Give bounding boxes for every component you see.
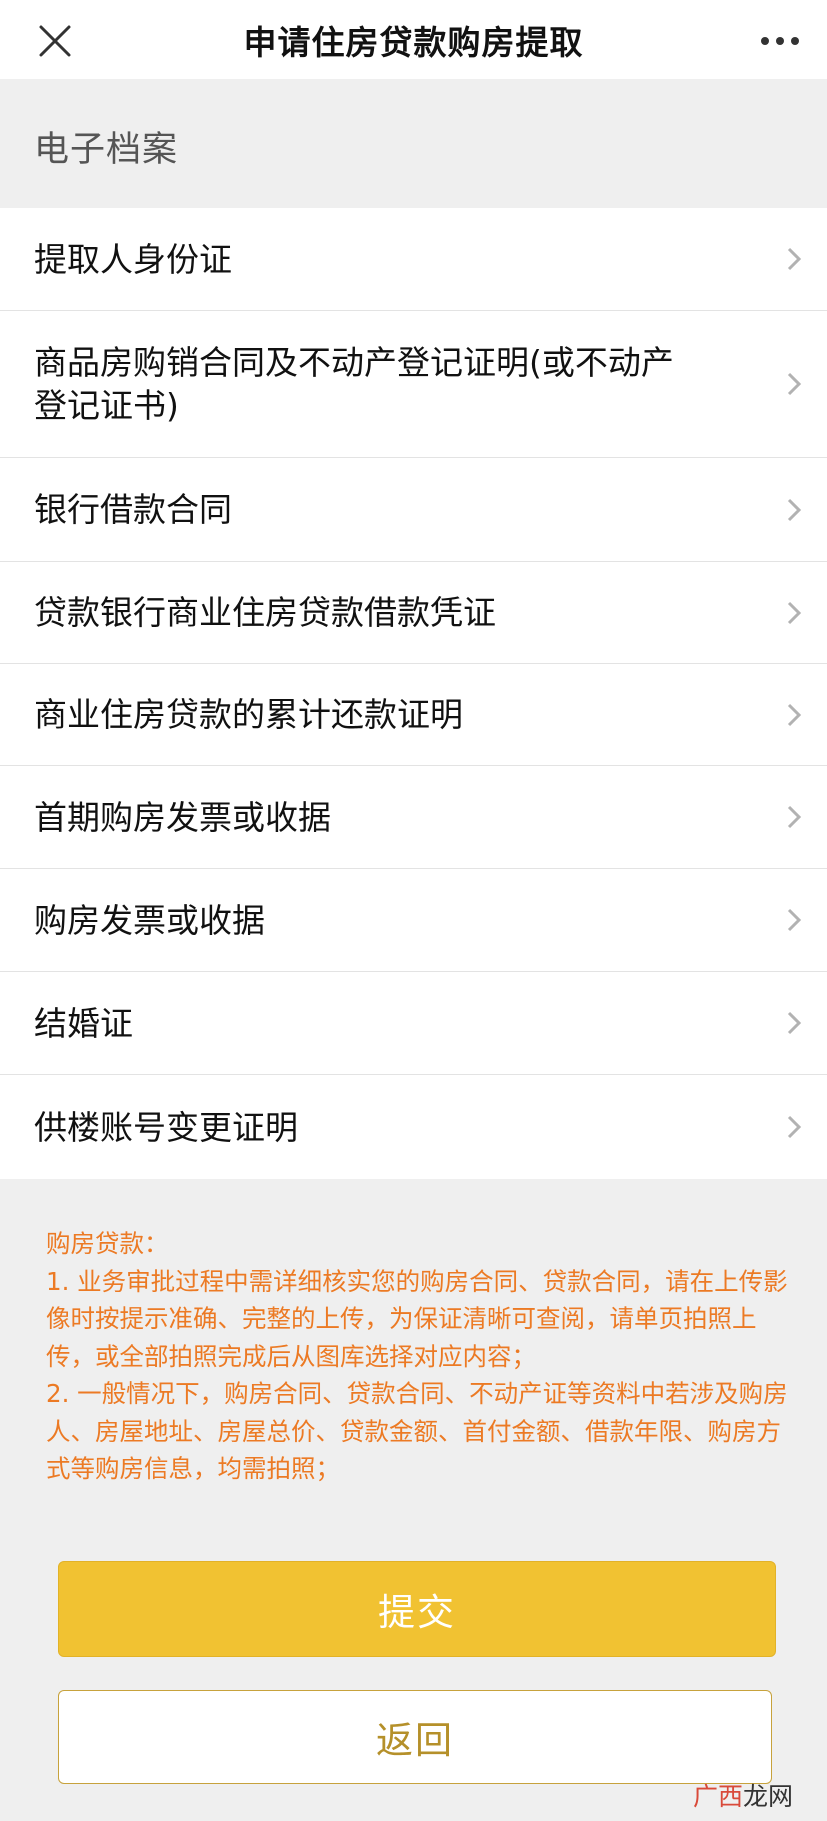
chevron-right-icon bbox=[787, 247, 802, 271]
notice-line: 2. 一般情况下，购房合同、贷款合同、不动产证等资料中若涉及购房 bbox=[46, 1379, 788, 1408]
more-horizontal-icon bbox=[761, 37, 799, 45]
section-header: 电子档案 bbox=[0, 79, 827, 208]
list-item-label: 首期购房发票或收据 bbox=[34, 797, 331, 837]
submit-button[interactable]: 提交 bbox=[58, 1561, 776, 1657]
chevron-right-icon bbox=[787, 372, 802, 396]
list-item-id-card[interactable]: 提取人身份证 bbox=[0, 208, 827, 311]
list-item-bank-loan-contract[interactable]: 银行借款合同 bbox=[0, 458, 827, 562]
list-item-loan-voucher[interactable]: 贷款银行商业住房贷款借款凭证 bbox=[0, 562, 827, 664]
list-item-label: 提取人身份证 bbox=[34, 239, 232, 279]
top-bar: 申请住房贷款购房提取 bbox=[0, 0, 827, 79]
notice-box: 购房贷款： 1. 业务审批过程中需详细核实您的购房合同、贷款合同，请在上传影 像… bbox=[0, 1179, 827, 1529]
notice-line: 购房贷款： bbox=[46, 1229, 169, 1258]
list-item-label: 贷款银行商业住房贷款借款凭证 bbox=[34, 593, 496, 632]
notice-text: 购房贷款： 1. 业务审批过程中需详细核实您的购房合同、贷款合同，请在上传影 像… bbox=[46, 1225, 788, 1488]
notice-line: 式等购房信息，均需拍照； bbox=[46, 1454, 340, 1483]
chevron-right-icon bbox=[787, 703, 802, 726]
chevron-right-icon bbox=[787, 1011, 802, 1035]
list-item-account-change[interactable]: 供楼账号变更证明 bbox=[0, 1075, 827, 1179]
back-button[interactable]: 返回 bbox=[58, 1690, 772, 1784]
list-item-label: 商品房购销合同及不动产登记证明(或不动产登记证书) bbox=[34, 343, 674, 425]
list-item-first-invoice[interactable]: 首期购房发票或收据 bbox=[0, 766, 827, 869]
chevron-right-icon bbox=[787, 601, 802, 624]
chevron-right-icon bbox=[787, 908, 802, 932]
list-item-label: 银行借款合同 bbox=[34, 490, 232, 529]
notice-line: 像时按提示准确、完整的上传，为保证清晰可查阅，请单页拍照上 bbox=[46, 1304, 757, 1333]
list-item-label: 购房发票或收据 bbox=[34, 900, 265, 940]
watermark-rest: 龙网 bbox=[742, 1782, 793, 1811]
chevron-right-icon bbox=[787, 805, 802, 829]
page-title: 申请住房贷款购房提取 bbox=[243, 22, 584, 62]
notice-line: 传，或全部拍照完成后从图库选择对应内容； bbox=[46, 1341, 536, 1371]
list-item-marriage-certificate[interactable]: 结婚证 bbox=[0, 972, 827, 1075]
list-item-purchase-contract[interactable]: 商品房购销合同及不动产登记证明(或不动产登记证书) bbox=[0, 311, 827, 458]
document-list: 提取人身份证 商品房购销合同及不动产登记证明(或不动产登记证书) 银行借款合同 … bbox=[0, 208, 827, 1179]
notice-line: 人、房屋地址、房屋总价、贷款金额、首付金额、借款年限、购房方 bbox=[46, 1416, 781, 1446]
list-item-label: 供楼账号变更证明 bbox=[34, 1107, 298, 1147]
chevron-right-icon bbox=[787, 498, 802, 521]
section-title: 电子档案 bbox=[34, 130, 179, 170]
list-item-label: 商业住房贷款的累计还款证明 bbox=[34, 695, 463, 734]
list-item-purchase-invoice[interactable]: 购房发票或收据 bbox=[0, 869, 827, 972]
list-item-label: 结婚证 bbox=[34, 1003, 133, 1043]
watermark: 广西龙网 bbox=[693, 1777, 793, 1813]
notice-line: 1. 业务审批过程中需详细核实您的购房合同、贷款合同，请在上传影 bbox=[46, 1266, 788, 1296]
chevron-right-icon bbox=[787, 1115, 802, 1139]
list-item-repayment-proof[interactable]: 商业住房贷款的累计还款证明 bbox=[0, 664, 827, 766]
more-button[interactable] bbox=[751, 12, 809, 70]
watermark-accent: 广西 bbox=[692, 1782, 743, 1811]
